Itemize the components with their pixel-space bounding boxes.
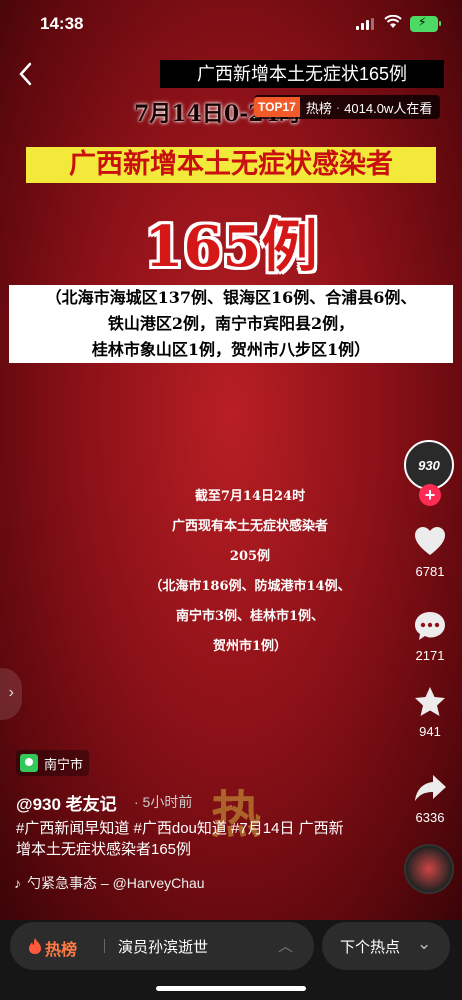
current-cases-summary: 截至7月14日24时 广西现有本土无症状感染者 205例 （北海市186例、防城… (100, 482, 400, 662)
status-bar: 14:38 ⚡ (0, 0, 462, 50)
star-icon (415, 687, 445, 716)
chevron-left-icon[interactable] (14, 60, 38, 88)
post-description[interactable]: #广西新闻早知道 #广西dou知道 #7月14日 广西新增本土无症状感染者165… (16, 818, 346, 860)
share-arrow-icon (415, 775, 446, 801)
share-count: 6336 (415, 810, 445, 825)
comment-button[interactable]: 2171 (404, 608, 456, 663)
battery-icon: ⚡ (410, 15, 441, 32)
location-pin-icon (20, 754, 38, 772)
music-note-icon: ♪ (14, 875, 21, 891)
next-hotspot-label: 下个热点 (340, 939, 401, 956)
breakdown-line: 桂林市象山区1例，贺州市八步区1例） (91, 340, 371, 359)
hot-rank-badge[interactable]: TOP17 热榜 · 4014.0w人在看 (254, 95, 441, 119)
comment-icon (415, 612, 445, 640)
favorite-count: 941 (419, 724, 441, 739)
summary-line: （北海市186例、防城港市14例、 (149, 579, 351, 594)
chevron-right-icon: › (8, 684, 14, 701)
author-name[interactable]: @930 老友记 (16, 790, 117, 815)
post-time: · 5小时前 (134, 794, 193, 810)
summary-line: 205例 (229, 549, 271, 564)
double-chevron-down-icon: ⌄ (417, 934, 432, 953)
wifi-icon (384, 15, 402, 28)
clock: 14:38 (40, 14, 84, 33)
favorite-button[interactable]: 941 (404, 684, 456, 739)
like-count: 6781 (415, 564, 445, 579)
dot-separator: · (335, 99, 341, 115)
share-button[interactable]: 6336 (404, 770, 456, 825)
like-button[interactable]: 6781 (404, 524, 456, 579)
avatar[interactable]: 930 (404, 440, 454, 490)
location-label: 南宁市 (44, 756, 84, 772)
hot-label: 热榜 (305, 100, 332, 116)
home-indicator[interactable] (156, 986, 306, 991)
music-title: 勺紧急事态 – @HarveyChau (27, 875, 205, 891)
breakdown-line: 铁山港区2例，南宁市宾阳县2例， (107, 314, 355, 333)
location-tag[interactable]: 南宁市 (16, 750, 90, 776)
summary-line: 南宁市3例、桂林市1例、 (175, 609, 325, 624)
next-hotspot-button[interactable]: 下个热点 ⌄ (322, 922, 450, 970)
summary-line: 贺州市1例） (212, 639, 288, 654)
case-count: 165例 (144, 214, 318, 280)
video-title: 广西新增本土无症状165例 (160, 60, 444, 88)
heart-icon (415, 527, 445, 555)
signal-icon (356, 18, 374, 30)
hot-list-label: 热榜 (45, 942, 78, 959)
flame-icon (29, 938, 41, 954)
music-disc[interactable] (404, 844, 454, 894)
hot-list-bar[interactable]: 热榜 演员孙滨逝世 ︿ (10, 922, 314, 970)
rank-tag: TOP17 (254, 97, 300, 117)
comment-count: 2171 (415, 648, 445, 663)
headline-banner: 广西新增本土无症状感染者 (26, 147, 436, 183)
divider (104, 939, 105, 953)
district-breakdown: （北海市海城区137例、银海区16例、合浦县6例、 铁山港区2例，南宁市宾阳县2… (9, 285, 453, 363)
music-info[interactable]: ♪ 勺紧急事态 – @HarveyChau (14, 873, 205, 893)
summary-line: 广西现有本土无症状感染者 (171, 519, 328, 534)
follow-plus-button[interactable]: + (419, 484, 441, 506)
hot-topic: 演员孙滨逝世 (118, 939, 209, 956)
viewer-count: 4014.0w人在看 (344, 100, 433, 116)
summary-line: 截至7月14日24时 (194, 489, 306, 504)
breakdown-line: （北海市海城区137例、银海区16例、合浦县6例、 (45, 288, 417, 307)
chevron-up-icon[interactable]: ︿ (278, 935, 293, 956)
